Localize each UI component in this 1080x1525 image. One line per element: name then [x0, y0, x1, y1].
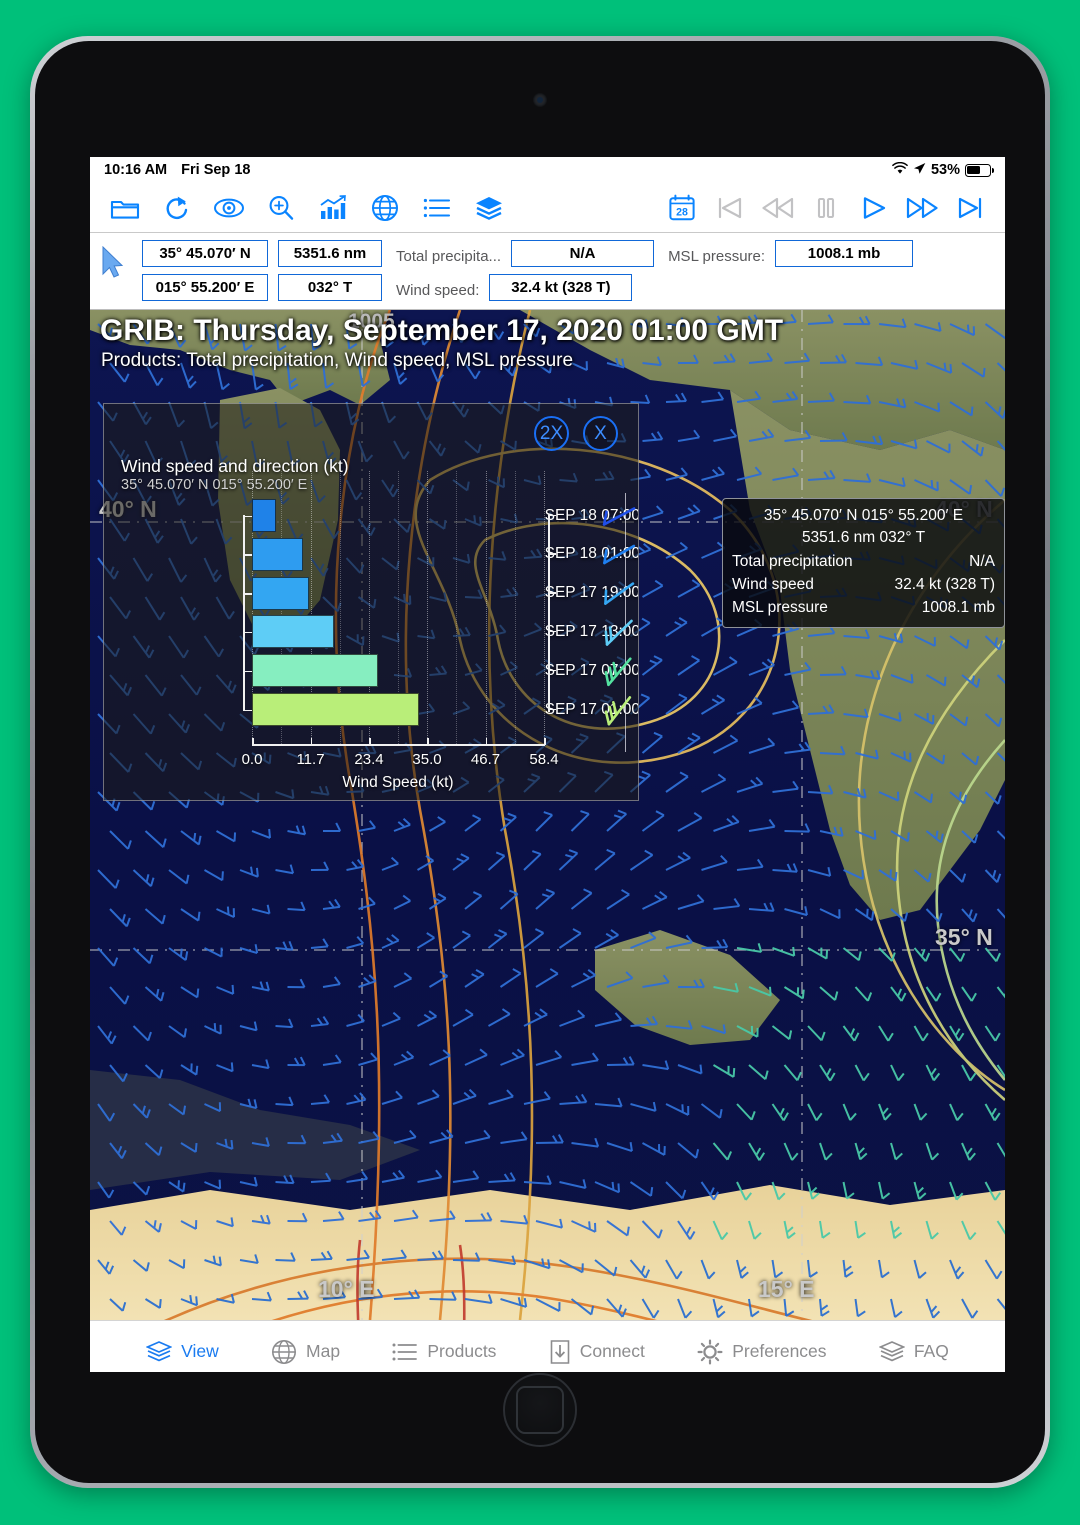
- tab-faq-label: FAQ: [913, 1341, 949, 1361]
- weather-map[interactable]: GRIB: Thursday, September 17, 2020 01:00…: [90, 310, 1005, 1320]
- chart-wind-barb: [603, 544, 636, 565]
- chart-bar: [252, 654, 378, 688]
- chart-bar: [252, 537, 303, 571]
- tab-products[interactable]: Products: [392, 1341, 496, 1362]
- distance-field[interactable]: 5351.6 nm: [278, 240, 382, 267]
- battery-icon: [965, 163, 994, 177]
- map-label-lon-10e: 10° E: [318, 1276, 375, 1302]
- chart-plot-area: SEP 18 07:00 SEP 18 01:00 SEP 17 19:00 SEP …: [104, 404, 638, 800]
- chart-x-tick-label: 11.7: [296, 751, 325, 768]
- tab-preferences-label: Preferences: [732, 1341, 827, 1361]
- list-icon: [392, 1342, 418, 1362]
- tab-preferences[interactable]: Preferences: [697, 1339, 827, 1365]
- home-button[interactable]: [503, 1373, 577, 1447]
- chart-bar: [252, 615, 334, 649]
- chart-wind-barb: [604, 695, 632, 725]
- tab-products-label: Products: [427, 1341, 497, 1361]
- wind-chart-panel: 2X X Wind speed and direction (kt) 35° 4…: [103, 403, 639, 801]
- info-wind-label: Wind speed: [732, 576, 814, 594]
- grib-title: GRIB: Thursday, September 17, 2020 01:00…: [100, 314, 784, 347]
- fast-forward-icon[interactable]: [905, 191, 939, 225]
- info-row-precip: Total precipitation N/A: [732, 550, 995, 573]
- info-row-wind: Wind speed 32.4 kt (328 T): [732, 573, 995, 596]
- chart-x-tick-label: 58.4: [529, 751, 559, 768]
- tab-map-label: Map: [306, 1341, 341, 1361]
- chart-wind-barb: [604, 657, 632, 686]
- grib-products: Products: Total precipitation, Wind spee…: [101, 350, 574, 371]
- download-icon: [549, 1339, 571, 1365]
- wind-label: Wind speed:: [396, 282, 480, 299]
- location-arrow-icon: [913, 162, 926, 179]
- layers-icon: [146, 1340, 173, 1364]
- data-readout-bar: 35° 45.070′ N 5351.6 nm Total precipita.…: [90, 233, 1005, 310]
- chart-wind-barb: [602, 506, 636, 526]
- cursor-arrow-icon: [100, 240, 134, 285]
- info-precip-label: Total precipitation: [732, 552, 853, 570]
- info-wind-value: 32.4 kt (328 T): [894, 576, 995, 594]
- status-time: 10:16 AM: [104, 162, 168, 178]
- tab-connect[interactable]: Connect: [549, 1339, 645, 1365]
- chart-wind-barb: [604, 582, 635, 605]
- gear-icon: [697, 1339, 723, 1365]
- info-row-mslp: MSL pressure 1008.1 mb: [732, 596, 995, 619]
- open-folder-icon[interactable]: [108, 191, 142, 225]
- pause-icon[interactable]: [809, 191, 843, 225]
- map-label-lon-15e: 15° E: [758, 1276, 815, 1302]
- chart-bar: [252, 499, 276, 532]
- skip-to-start-icon[interactable]: [713, 191, 747, 225]
- tab-view[interactable]: View: [146, 1340, 219, 1364]
- longitude-field[interactable]: 015° 55.200′ E: [142, 274, 268, 301]
- chart-x-tick-label: 23.4: [354, 751, 384, 768]
- chart-x-tick-label: 35.0: [412, 751, 442, 768]
- wind-value-field[interactable]: 32.4 kt (328 T): [489, 274, 633, 301]
- info-mslp-value: 1008.1 mb: [921, 599, 995, 617]
- tablet-device: 10:16 AM Fri Sep 18 53% 28 35° 45.070′ N…: [30, 36, 1050, 1488]
- tab-map[interactable]: Map: [271, 1339, 340, 1365]
- tab-faq[interactable]: FAQ: [878, 1340, 949, 1364]
- tab-view-label: View: [181, 1341, 219, 1361]
- status-date: Fri Sep 18: [181, 162, 251, 178]
- info-mslp-label: MSL pressure: [732, 599, 828, 617]
- precip-value-field[interactable]: N/A: [511, 240, 655, 267]
- chart-icon[interactable]: [316, 191, 350, 225]
- bottom-tab-bar: View Map Products Connect Preferences FA…: [90, 1320, 1005, 1372]
- chart-x-tick-label: 0.0: [241, 751, 263, 768]
- layers-icon: [878, 1340, 905, 1364]
- chart-x-axis-title: Wind Speed (kt): [342, 774, 454, 791]
- latitude-field[interactable]: 35° 45.070′ N: [142, 240, 268, 267]
- zoom-in-icon[interactable]: [264, 191, 298, 225]
- chart-wind-barb: [604, 619, 633, 646]
- wifi-icon: [892, 161, 908, 179]
- svg-text:28: 28: [676, 206, 688, 218]
- chart-x-tick-label: 46.7: [470, 751, 501, 768]
- skip-to-end-icon[interactable]: [953, 191, 987, 225]
- rewind-icon[interactable]: [761, 191, 795, 225]
- layers-icon[interactable]: [472, 191, 506, 225]
- eye-icon[interactable]: [212, 191, 246, 225]
- chart-bar: [252, 576, 309, 610]
- play-icon[interactable]: [857, 191, 891, 225]
- globe-icon: [271, 1339, 297, 1365]
- map-label-lat-35n-right: 35° N: [935, 924, 993, 950]
- battery-percent: 53%: [930, 162, 960, 178]
- calendar-icon[interactable]: 28: [665, 191, 699, 225]
- precip-label: Total precipita...: [396, 248, 502, 265]
- info-precip-value: N/A: [969, 552, 995, 570]
- app-screen: 10:16 AM Fri Sep 18 53% 28 35° 45.070′ N…: [90, 157, 1005, 1372]
- mslp-label: MSL pressure:: [668, 248, 766, 265]
- list-icon[interactable]: [420, 191, 454, 225]
- ios-status-bar: 10:16 AM Fri Sep 18 53%: [90, 157, 1005, 183]
- globe-icon[interactable]: [368, 191, 402, 225]
- info-range: 5351.6 nm 032° T: [801, 529, 926, 547]
- chart-bar: [252, 693, 419, 726]
- info-coords: 35° 45.070′ N 015° 55.200′ E: [763, 507, 964, 524]
- bearing-field[interactable]: 032° T: [278, 274, 382, 301]
- point-info-panel: 35° 45.070′ N 015° 55.200′ E 5351.6 nm 0…: [722, 498, 1005, 628]
- device-bezel: 10:16 AM Fri Sep 18 53% 28 35° 45.070′ N…: [35, 41, 1045, 1483]
- tab-connect-label: Connect: [579, 1341, 645, 1361]
- front-camera: [533, 93, 547, 107]
- main-toolbar: 28: [90, 183, 1005, 233]
- refresh-icon[interactable]: [160, 191, 194, 225]
- mslp-value-field[interactable]: 1008.1 mb: [775, 240, 914, 267]
